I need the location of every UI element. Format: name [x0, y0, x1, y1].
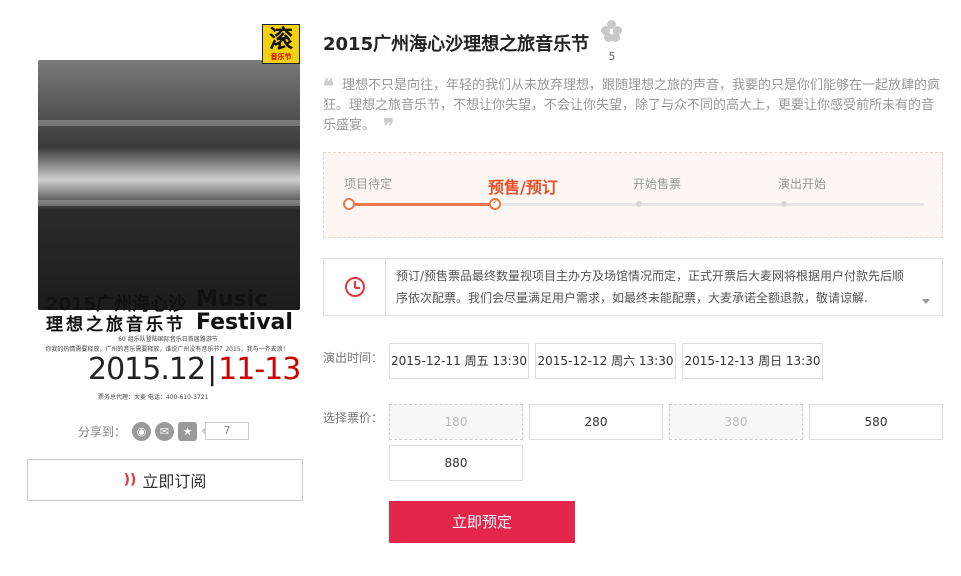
- poster-date: 2015.12|11-13: [88, 352, 301, 387]
- wechat-icon[interactable]: ✉: [155, 421, 175, 441]
- showtime-option[interactable]: 2015-12-13 周日 13:30: [682, 343, 823, 379]
- flower-icon: [601, 20, 623, 42]
- presale-notice: 预订/预售票品最终数量视项目主办方及场馆情况而定，正式开票后大麦网将根据用户付款…: [323, 258, 943, 316]
- price-option-380[interactable]: 380: [669, 404, 803, 440]
- notice-text: 预订/预售票品最终数量视项目主办方及场馆情况而定，正式开票后大麦网将根据用户付款…: [396, 269, 905, 305]
- poster-band-photo: [38, 60, 300, 310]
- poster-subline1: 60 组乐队登陆国际音乐日首届路游节: [118, 336, 218, 343]
- share-label: 分享到：: [78, 424, 127, 439]
- step-pending: 项目待定: [344, 177, 393, 191]
- price-option-180[interactable]: 180: [389, 404, 523, 440]
- poster-festival-en: Music Festival: [196, 287, 293, 335]
- progress-dot-1: [343, 198, 355, 210]
- showtime-option[interactable]: 2015-12-11 周五 13:30: [389, 343, 529, 379]
- step-show-start: 演出开始: [778, 177, 827, 191]
- weibo-icon[interactable]: ◉: [132, 421, 152, 441]
- sale-progress: 项目待定 预售/预订 开始售票 演出开始 ✓: [323, 152, 943, 238]
- progress-dot-3: [636, 201, 642, 207]
- subscribe-label: 立即订阅: [142, 472, 207, 491]
- showtime-label: 演出时间：: [323, 351, 384, 365]
- event-title: 2015广州海心沙理想之旅音乐节: [323, 34, 590, 55]
- showtime-option[interactable]: 2015-12-12 周六 13:30: [535, 343, 676, 379]
- step-on-sale: 开始售票: [633, 177, 682, 191]
- expand-arrow-icon[interactable]: [922, 299, 930, 304]
- progress-fill: [348, 203, 495, 206]
- poster-title-line2: 理想之旅音乐节: [46, 315, 186, 335]
- clock-icon: [344, 277, 365, 297]
- price-option-880[interactable]: 880: [389, 445, 523, 481]
- step-presale: 预售/预订: [488, 178, 558, 197]
- reserve-button[interactable]: 立即预定: [389, 501, 575, 543]
- event-poster: 滚音乐节 2015广州海心沙 理想之旅音乐节 Music Festival 60…: [28, 22, 306, 404]
- price-option-580[interactable]: 580: [809, 404, 943, 440]
- poster-tel: 票务总代理：大麦 电话：400-610-3721: [98, 394, 209, 401]
- subscribe-button[interactable]: )) 立即订阅: [27, 459, 303, 501]
- open-quote-icon: ❝: [323, 74, 334, 98]
- close-quote-icon: ❞: [383, 114, 395, 138]
- progress-dot-4: [781, 201, 787, 207]
- favorite-button[interactable]: 5: [598, 20, 626, 63]
- share-count: 7: [201, 422, 250, 440]
- favorite-count: 5: [608, 50, 616, 63]
- rss-icon: )): [123, 472, 137, 488]
- price-label: 选择票价：: [323, 411, 384, 425]
- event-description: ❝ 理想不只是向往，年轻的我们从未放弃理想，跟随理想之旅的声音，我要的只是你们能…: [323, 74, 941, 138]
- star-icon[interactable]: ★: [178, 421, 198, 441]
- price-option-280[interactable]: 280: [529, 404, 663, 440]
- progress-dot-2: ✓: [489, 197, 501, 210]
- festival-logo: 滚音乐节: [262, 24, 300, 64]
- share-bar: 分享到： ◉ ✉ ★ 7: [78, 420, 250, 442]
